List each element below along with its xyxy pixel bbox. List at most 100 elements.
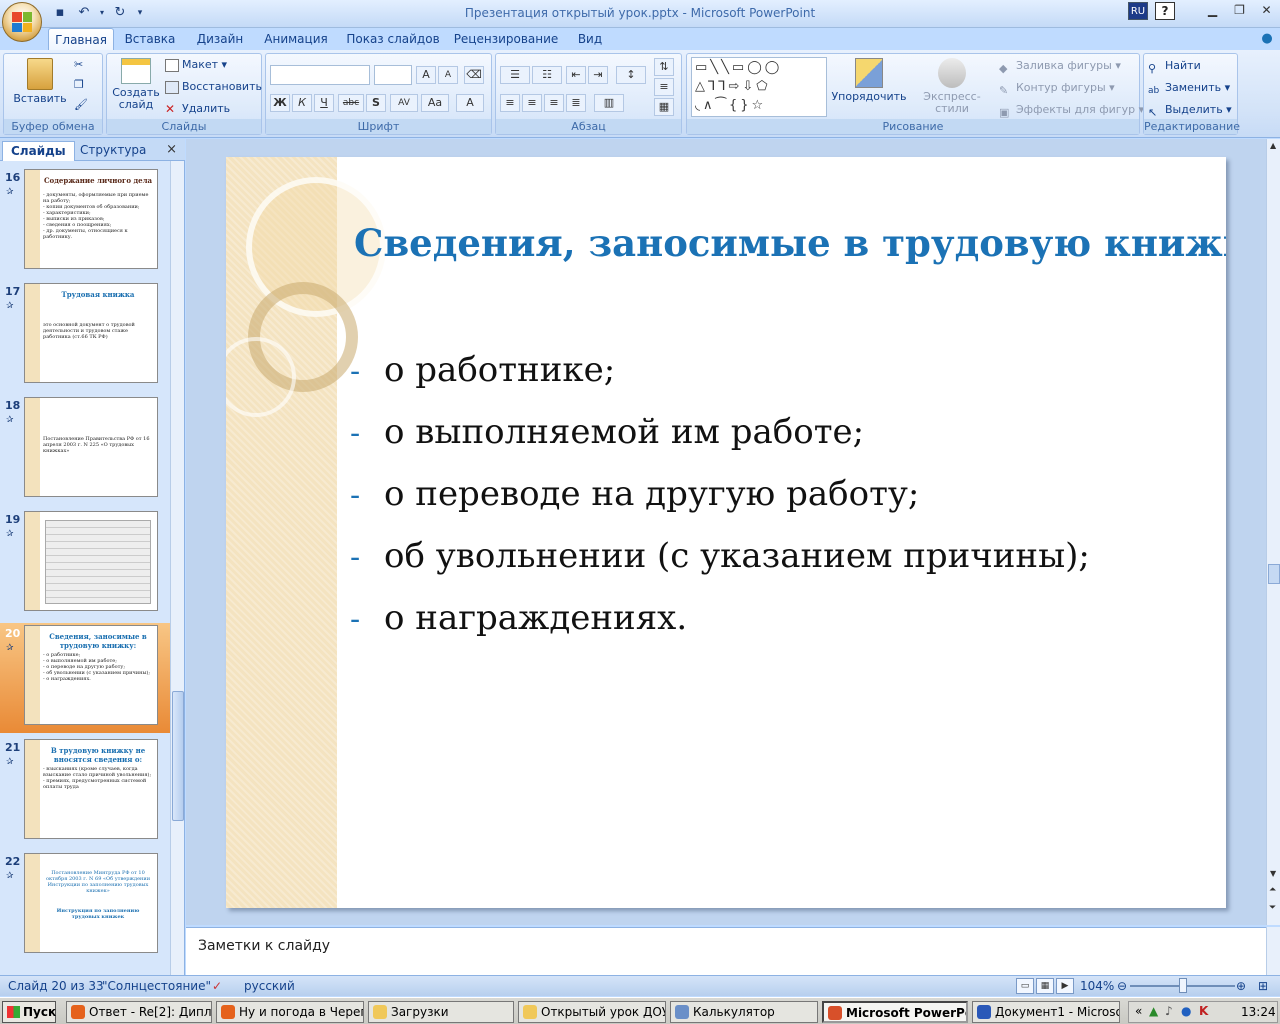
tab-outline[interactable]: Структура [72,141,154,161]
strikethrough-button[interactable]: abc [338,94,364,112]
next-slide-icon[interactable]: ⏷ [1269,903,1276,913]
taskbar-item[interactable]: Загрузки [368,1001,514,1023]
align-center-icon[interactable]: ≡ [522,94,542,112]
tab-home[interactable]: Главная [48,28,114,50]
bullets-icon[interactable]: ☰ [500,66,530,84]
slide-thumbnail-20[interactable]: 20 ✰ Сведения, заносимые в трудовую книжку… [0,623,170,733]
char-spacing-button[interactable]: AV [390,94,418,112]
slideshow-view-icon[interactable]: ▶ [1056,978,1074,994]
clock[interactable]: 13:24 [1241,1005,1276,1019]
cut-icon[interactable]: ✂ [74,56,83,74]
reset-button[interactable]: Восстановить [165,78,262,96]
justify-icon[interactable]: ≣ [566,94,586,112]
shrink-font-button[interactable]: A [438,66,458,84]
format-painter-icon[interactable]: 🖌 [74,96,88,114]
shapes-row-2[interactable]: △⅂⅂⇨⇩⬠ [695,77,826,96]
bullet-item[interactable]: - об увольнении (с указанием причины); [350,531,1090,593]
font-family-combo[interactable] [270,65,370,85]
align-left-icon[interactable]: ≡ [500,94,520,112]
pane-scroll-thumb[interactable] [172,691,184,821]
slide-sorter-icon[interactable]: ▦ [1036,978,1054,994]
slide-thumbnail-22[interactable]: 22 ✰ Постановление Минтруда РФ от 10 октяб… [0,851,170,961]
notes-pane[interactable]: Заметки к слайду [186,927,1266,975]
taskbar-item[interactable]: Документ1 - Microsof... [972,1001,1120,1023]
replace-button[interactable]: ab Заменить ▾ [1148,79,1230,97]
close-pane-icon[interactable]: × [166,142,177,157]
align-text-icon[interactable]: ≡ [654,78,674,96]
underline-button[interactable]: Ч [314,94,334,112]
shadow-button[interactable]: S [366,94,386,112]
taskbar-item[interactable]: Калькулятор [670,1001,818,1023]
notes-scrollbar[interactable] [1266,927,1280,975]
slide-scrollbar[interactable]: ▲ ▼ ⏶ ⏷ [1266,139,1280,925]
find-button[interactable]: ⚲ Найти [1148,57,1201,75]
grow-font-button[interactable]: A [416,66,436,84]
tray-app-icon[interactable]: ● [1181,1004,1191,1018]
slide-thumbnail-16[interactable]: 16 ✰ Содержание личного дела - документы, о… [0,167,170,277]
decrease-indent-icon[interactable]: ⇤ [566,66,586,84]
current-slide[interactable]: Сведения, заносимые в трудовую книжку: -… [226,157,1226,908]
tray-volume-icon[interactable]: ♪ [1165,1004,1173,1018]
tab-slides[interactable]: Слайды [2,141,75,161]
ribbon-help-icon[interactable]: ● [1258,28,1276,50]
align-right-icon[interactable]: ≡ [544,94,564,112]
bullet-item[interactable]: -о награждениях. [350,593,1090,655]
smartart-icon[interactable]: ▦ [654,98,674,116]
tab-design[interactable]: Дизайн [190,28,250,50]
scroll-down-icon[interactable]: ▼ [1270,869,1276,878]
tab-animation[interactable]: Анимация [258,28,334,50]
close-button[interactable]: ✕ [1253,0,1280,22]
columns-icon[interactable]: ▥ [594,94,624,112]
shapes-row-1[interactable]: ▭╲╲▭◯◯ [695,58,826,77]
bullet-item[interactable]: -о переводе на другую работу; [350,469,1090,531]
layout-button[interactable]: Макет ▾ [165,56,227,74]
slide-title[interactable]: Сведения, заносимые в трудовую книжку: [354,221,1226,265]
shapes-gallery[interactable]: ▭╲╲▭◯◯ △⅂⅂⇨⇩⬠ ◟∧⁀{}☆ [691,57,827,117]
bold-button[interactable]: Ж [270,94,290,112]
start-button[interactable]: Пуск [2,1001,56,1023]
italic-button[interactable]: К [292,94,312,112]
prev-slide-icon[interactable]: ⏶ [1269,885,1276,895]
shapes-row-3[interactable]: ◟∧⁀{}☆ [695,96,826,115]
tray-antivirus-icon[interactable]: K [1199,1004,1208,1018]
font-color-icon[interactable]: A [456,94,484,112]
numbering-icon[interactable]: ☷ [532,66,562,84]
tray-expand-icon[interactable]: « [1135,1004,1142,1018]
zoom-level[interactable]: 104% [1080,979,1114,993]
minimize-button[interactable]: ▁ [1199,0,1226,22]
text-direction-icon[interactable]: ⇅ [654,58,674,76]
zoom-in-icon[interactable]: ⊕ [1236,979,1246,993]
arrange-button[interactable]: Упорядочить [831,58,907,103]
language-indicator[interactable]: RU [1128,2,1148,20]
line-spacing-icon[interactable]: ↕ [616,66,646,84]
taskbar-item[interactable]: Ответ - Re[2]: Дипло... [66,1001,212,1023]
scroll-up-icon[interactable]: ▲ [1270,141,1276,150]
tab-insert[interactable]: Вставка [120,28,180,50]
select-button[interactable]: ↖ Выделить ▾ [1148,101,1232,119]
shape-fill-button[interactable]: ◆ Заливка фигуры ▾ [999,57,1121,75]
delete-slide-button[interactable]: ✕ Удалить [165,100,230,118]
pane-scrollbar[interactable] [170,161,184,975]
slide-thumbnail-18[interactable]: 18 ✰ Постановление Правительства РФ от 16 … [0,395,170,505]
paste-button[interactable]: Вставить [10,58,70,105]
tray-network-icon[interactable]: ▲ [1149,1004,1158,1018]
slide-thumbnail-21[interactable]: 21 ✰ В трудовую книжку не вносятся сведени… [0,737,170,847]
office-button[interactable] [2,2,42,42]
slide-thumbnail-19[interactable]: 19 ✰ [0,509,170,619]
tab-review[interactable]: Рецензирование [452,28,560,50]
bullet-item[interactable]: -о выполняемой им работе; [350,407,1090,469]
bullet-list[interactable]: -о работнике; - о выполняемой им работе; - о… [350,345,1090,655]
taskbar-item[interactable]: Открытый урок ДОУ [518,1001,666,1023]
tab-slideshow[interactable]: Показ слайдов [346,28,440,50]
shape-effects-button[interactable]: ▣ Эффекты для фигур ▾ [999,101,1144,119]
maximize-button[interactable]: ❐ [1226,0,1253,22]
slide-scroll-thumb[interactable] [1268,564,1280,584]
increase-indent-icon[interactable]: ⇥ [588,66,608,84]
normal-view-icon[interactable]: ▭ [1016,978,1034,994]
zoom-slider-thumb[interactable] [1179,978,1187,993]
spellcheck-icon[interactable]: ✓ [212,979,222,993]
language-status[interactable]: русский [244,979,295,993]
zoom-out-icon[interactable]: ⊖ [1117,979,1127,993]
bullet-item[interactable]: -о работнике; [350,345,1090,407]
slide-thumbnail-17[interactable]: 17 ✰ Трудовая книжка это основной документ … [0,281,170,391]
